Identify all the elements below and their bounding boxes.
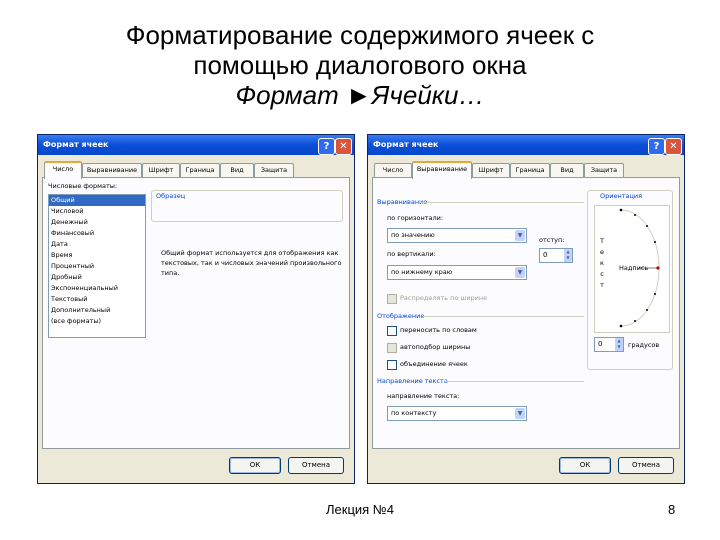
list-item[interactable]: Экспоненциальный — [49, 283, 145, 294]
tab-panel-number: Числовые форматы: Общий Числовой Денежны… — [42, 177, 350, 449]
wrap-text-label: переносить по словам — [400, 326, 477, 334]
section-divider — [419, 202, 584, 203]
degrees-label: градусов — [628, 341, 660, 349]
direction-value: по контексту — [391, 409, 437, 417]
chevron-down-icon[interactable]: ▼ — [515, 230, 525, 241]
spin-arrows-icon[interactable]: ▲ ▼ — [615, 338, 623, 351]
dialog-title: Формат ячеек — [43, 140, 109, 149]
page-number: 8 — [668, 502, 676, 517]
horizontal-align-select[interactable]: по значению ▼ — [387, 228, 527, 243]
dialog-titlebar: Формат ячеек — [38, 135, 354, 155]
list-item[interactable]: Дополнительный — [49, 305, 145, 316]
tab-font[interactable]: Шрифт — [142, 163, 180, 177]
list-item[interactable]: Время — [49, 250, 145, 261]
tab-panel-alignment: Выравнивание по горизонтали: по значению… — [372, 177, 680, 449]
dialog-titlebar: Формат ячеек — [368, 135, 684, 155]
title-line-2: помощью диалогового окна — [193, 50, 527, 80]
chevron-down-icon[interactable]: ▼ — [515, 408, 525, 419]
orientation-dial[interactable]: Т е к с т Надпись — [594, 205, 670, 333]
tab-protection[interactable]: Защита — [584, 163, 624, 177]
list-item[interactable]: Денежный — [49, 217, 145, 228]
orientation-sample-text: Надпись — [619, 264, 649, 272]
tab-view[interactable]: Вид — [550, 163, 584, 177]
distributed-checkbox[interactable] — [387, 294, 397, 304]
vertical-align-select[interactable]: по нижнему краю ▼ — [387, 265, 527, 280]
degrees-stepper[interactable]: 0 ▲ ▼ — [594, 337, 624, 352]
spin-arrows-icon[interactable]: ▲ ▼ — [564, 249, 572, 262]
tab-border[interactable]: Граница — [180, 163, 220, 177]
direction-label: направление текста: — [387, 392, 460, 400]
indent-label: отступ: — [539, 236, 565, 244]
cancel-button[interactable]: Отмена — [288, 457, 344, 474]
distributed-label: Распределять по ширине — [400, 294, 488, 302]
direction-section-label: Направление текста — [377, 377, 448, 385]
format-description: Общий формат используется для отображени… — [161, 249, 342, 277]
orientation-label: Ориентация — [600, 192, 643, 200]
wrap-text-checkbox[interactable] — [387, 326, 397, 336]
orientation-group: Ориентация Т е к с т Надпись 0 ▲ ▼ граду… — [587, 190, 673, 370]
section-divider — [445, 381, 584, 382]
text-direction-select[interactable]: по контексту ▼ — [387, 406, 527, 421]
shrink-to-fit-checkbox[interactable] — [387, 343, 397, 353]
list-item[interactable]: Числовой — [49, 206, 145, 217]
list-item[interactable]: Процентный — [49, 261, 145, 272]
tab-number[interactable]: Число — [374, 163, 412, 177]
cancel-button[interactable]: Отмена — [618, 457, 674, 474]
tab-font[interactable]: Шрифт — [472, 163, 510, 177]
horizontal-label: по горизонтали: — [387, 214, 444, 222]
vertical-label: по вертикали: — [387, 250, 436, 258]
slide-footer: Лекция №4 — [326, 502, 394, 517]
formats-label: Числовые форматы: — [48, 182, 118, 190]
list-item[interactable]: Общий — [49, 195, 145, 206]
list-item[interactable]: Финансовый — [49, 228, 145, 239]
tab-protection[interactable]: Защита — [254, 163, 294, 177]
help-icon[interactable]: ? — [318, 138, 335, 155]
format-cells-dialog-alignment: Формат ячеек ? ✕ Число Выравнивание Шриф… — [367, 134, 685, 484]
title-line-3: Формат ►Ячейки… — [235, 80, 485, 110]
degrees-value: 0 — [598, 340, 603, 348]
close-icon[interactable]: ✕ — [665, 138, 682, 155]
tab-number[interactable]: Число — [44, 161, 82, 179]
list-item[interactable]: (все форматы) — [49, 316, 145, 327]
section-divider — [423, 316, 584, 317]
display-section-label: Отображение — [377, 312, 425, 320]
tab-alignment[interactable]: Выравнивание — [82, 163, 142, 177]
slide-title: Форматирование содержимого ячеек с помощ… — [40, 20, 680, 110]
vertical-value: по нижнему краю — [391, 268, 453, 276]
formats-listbox[interactable]: Общий Числовой Денежный Финансовый Дата … — [48, 194, 146, 338]
shrink-to-fit-label: автоподбор ширины — [400, 343, 471, 351]
indent-value: 0 — [543, 251, 548, 259]
tab-alignment[interactable]: Выравнивание — [412, 161, 472, 179]
list-item[interactable]: Дата — [49, 239, 145, 250]
tab-view[interactable]: Вид — [220, 163, 254, 177]
ok-button[interactable]: ОК — [559, 457, 611, 474]
dialog-title: Формат ячеек — [373, 140, 439, 149]
title-line-1: Форматирование содержимого ячеек с — [125, 20, 595, 50]
list-item[interactable]: Текстовый — [49, 294, 145, 305]
tab-border[interactable]: Граница — [510, 163, 550, 177]
sample-group: Образец — [151, 190, 343, 222]
list-item[interactable]: Дробный — [49, 272, 145, 283]
ok-button[interactable]: ОК — [229, 457, 281, 474]
help-icon[interactable]: ? — [648, 138, 665, 155]
merge-cells-label: объединение ячеек — [400, 360, 468, 368]
horizontal-value: по значению — [391, 231, 435, 239]
format-cells-dialog-number: Формат ячеек ? ✕ Число Выравнивание Шриф… — [37, 134, 355, 484]
close-icon[interactable]: ✕ — [335, 138, 352, 155]
merge-cells-checkbox[interactable] — [387, 360, 397, 370]
indent-stepper[interactable]: 0 ▲ ▼ — [539, 248, 573, 263]
chevron-down-icon[interactable]: ▼ — [515, 267, 525, 278]
sample-label: Образец — [156, 192, 186, 200]
